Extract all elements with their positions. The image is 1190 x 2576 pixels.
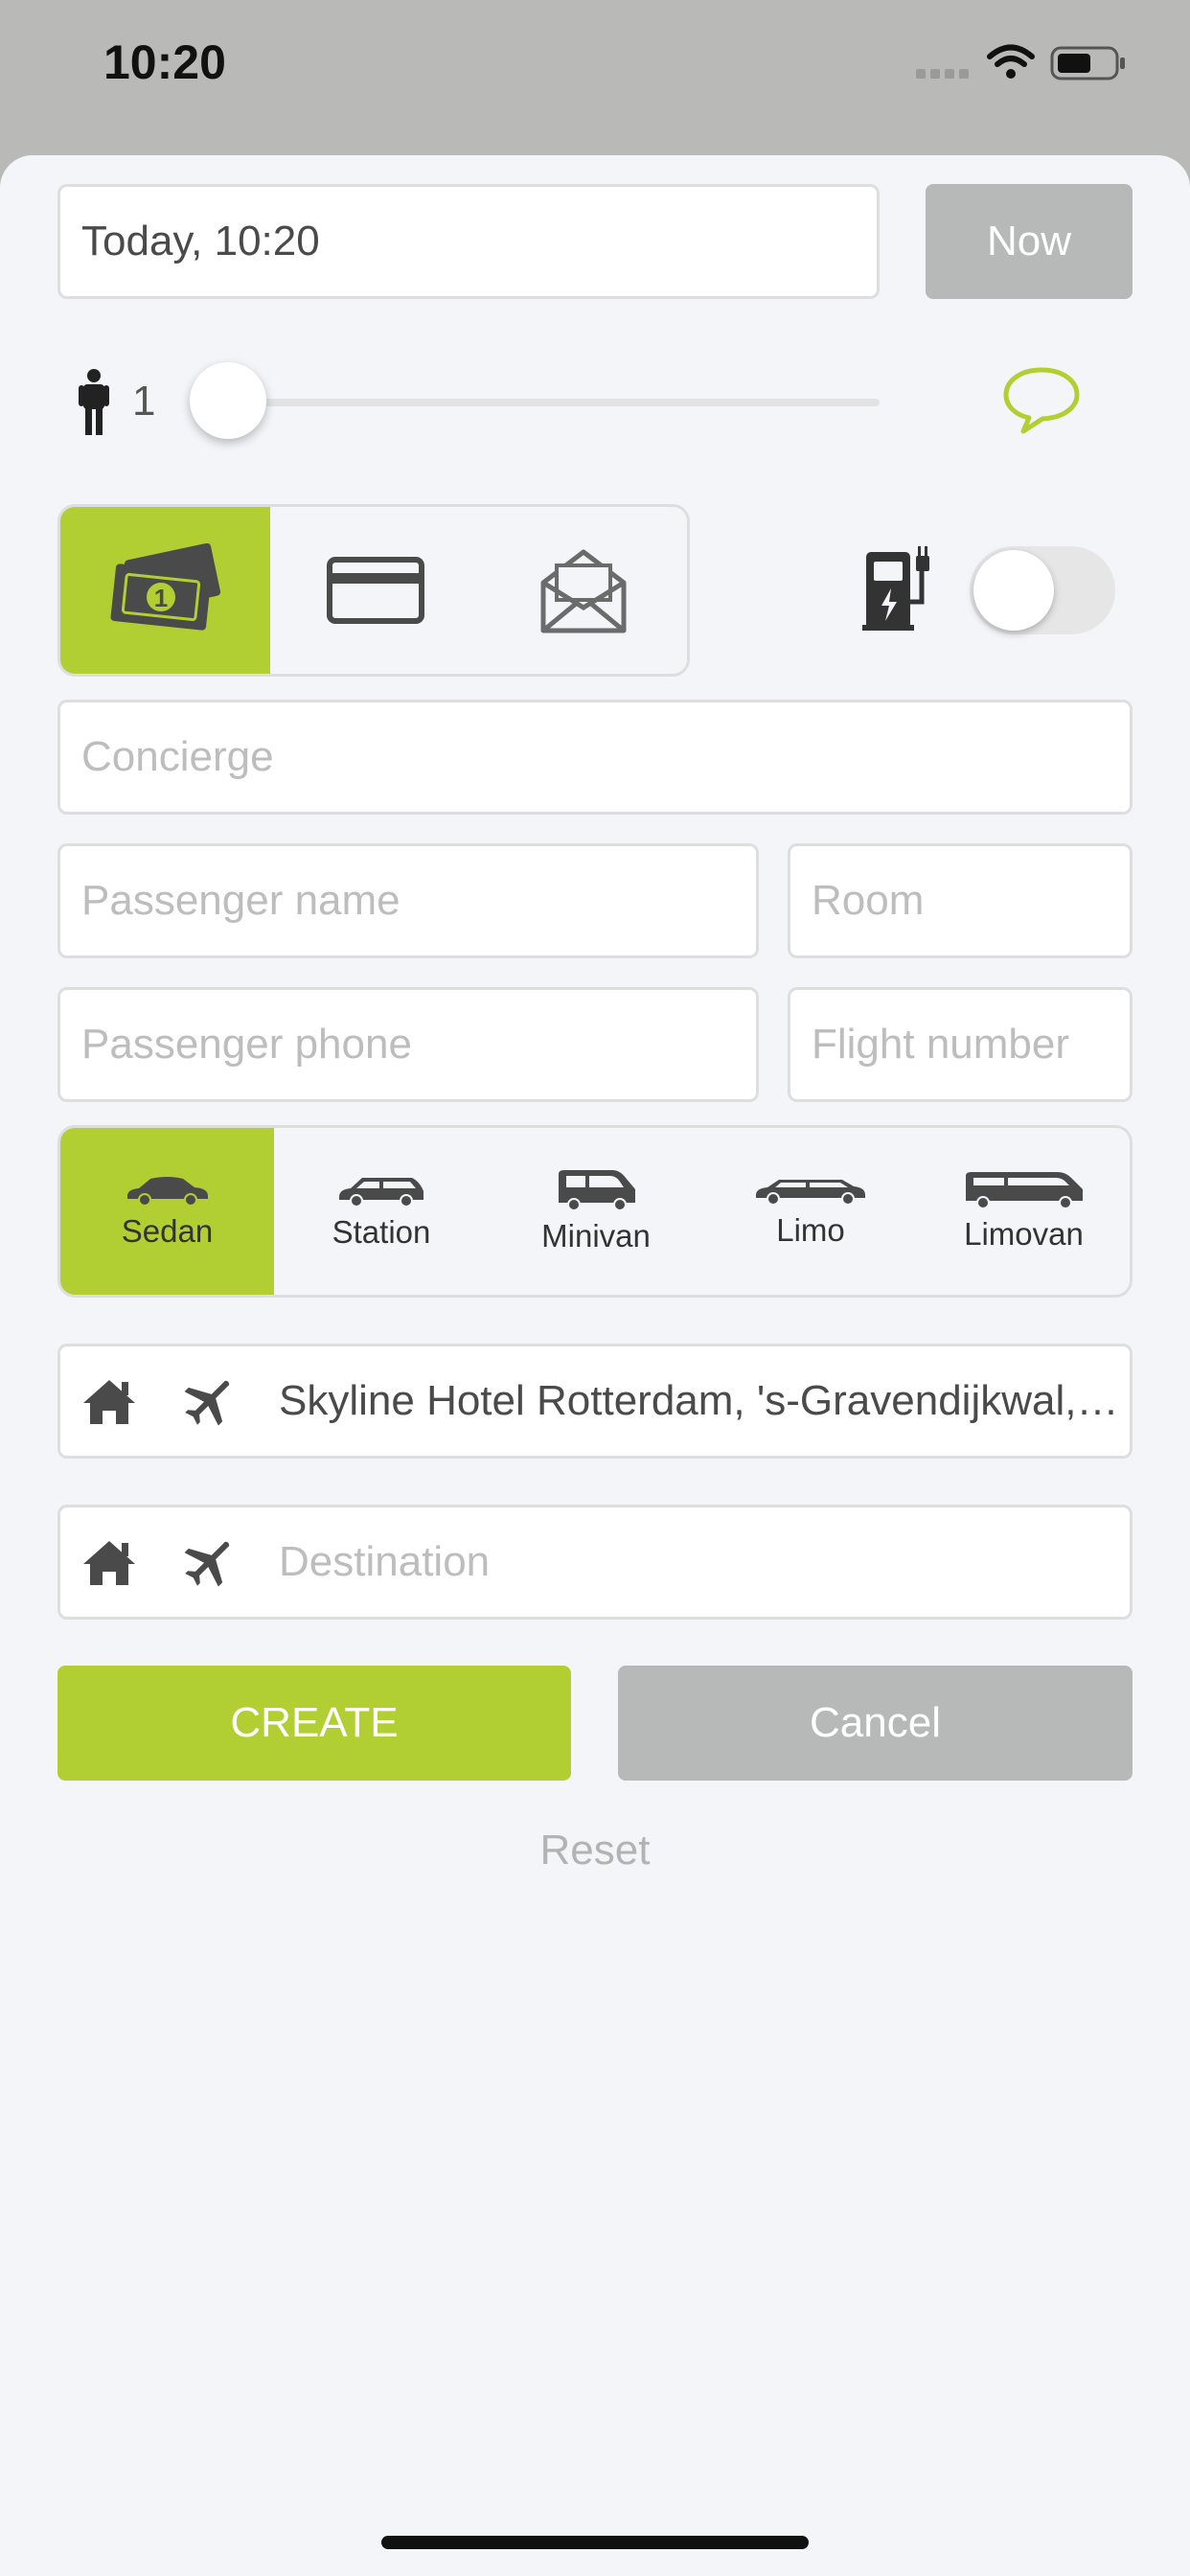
create-button-label: CREATE <box>230 1699 399 1746</box>
airplane-icon[interactable] <box>181 1534 237 1590</box>
electric-vehicle-toggle-knob[interactable] <box>973 550 1054 631</box>
person-icon <box>77 368 111 440</box>
flight-number-field[interactable]: Flight number <box>788 987 1133 1102</box>
payment-option-invoice[interactable] <box>480 507 687 674</box>
wifi-icon <box>987 44 1035 85</box>
limovan-icon <box>965 1172 1083 1208</box>
room-placeholder: Room <box>812 877 925 924</box>
passenger-count: 1 <box>132 378 156 425</box>
passenger-slider-track[interactable] <box>228 399 880 406</box>
passenger-name-placeholder: Passenger name <box>81 877 400 924</box>
destination-placeholder: Destination <box>279 1538 491 1585</box>
passenger-phone-placeholder: Passenger phone <box>81 1021 412 1068</box>
ev-charging-icon <box>862 544 939 637</box>
cellular-signal-icon <box>916 67 972 85</box>
concierge-field[interactable]: Concierge <box>57 700 1133 815</box>
home-indicator <box>381 2536 809 2549</box>
vehicle-option-limo[interactable]: Limo <box>703 1128 918 1295</box>
passenger-slider-thumb[interactable] <box>190 362 266 439</box>
station-wagon-icon <box>339 1178 423 1207</box>
limo-icon <box>756 1180 865 1205</box>
cancel-button[interactable]: Cancel <box>618 1666 1133 1781</box>
pickup-address: Skyline Hotel Rotterdam, 's-Gravendijkwa… <box>279 1377 1119 1424</box>
chat-bubble-icon[interactable] <box>1000 364 1083 442</box>
reset-link[interactable]: Reset <box>0 1827 1190 1874</box>
passenger-phone-field[interactable]: Passenger phone <box>57 987 759 1102</box>
vehicle-label-limo: Limo <box>776 1212 845 1248</box>
vehicle-label-station: Station <box>332 1214 431 1250</box>
flight-number-placeholder: Flight number <box>812 1021 1070 1068</box>
cash-icon: 1 <box>110 543 220 631</box>
vehicle-selector: Sedan Station Minivan Limo Limovan <box>57 1125 1133 1298</box>
sedan-icon <box>126 1177 208 1206</box>
vehicle-label-sedan: Sedan <box>121 1213 214 1249</box>
datetime-value: Today, 10:20 <box>81 218 320 264</box>
concierge-placeholder: Concierge <box>81 733 274 780</box>
datetime-field[interactable]: Today, 10:20 <box>57 184 880 299</box>
vehicle-option-minivan[interactable]: Minivan <box>489 1128 703 1295</box>
now-button-label: Now <box>986 218 1072 264</box>
cancel-button-label: Cancel <box>810 1699 941 1746</box>
now-button[interactable]: Now <box>926 184 1133 299</box>
destination-field[interactable]: Destination <box>57 1505 1133 1620</box>
home-icon[interactable] <box>81 1376 137 1426</box>
vehicle-option-limovan[interactable]: Limovan <box>918 1128 1130 1295</box>
invoice-icon <box>540 549 627 633</box>
home-icon[interactable] <box>81 1537 137 1587</box>
room-field[interactable]: Room <box>788 843 1133 958</box>
minivan-icon <box>559 1170 635 1210</box>
vehicle-option-sedan[interactable]: Sedan <box>60 1128 274 1295</box>
payment-option-card[interactable] <box>270 507 480 674</box>
status-time: 10:20 <box>103 35 226 89</box>
airplane-icon[interactable] <box>181 1373 237 1429</box>
card-icon <box>326 557 424 624</box>
create-button[interactable]: CREATE <box>57 1666 571 1781</box>
battery-icon <box>1050 46 1127 85</box>
pickup-field[interactable]: Skyline Hotel Rotterdam, 's-Gravendijkwa… <box>57 1344 1133 1459</box>
vehicle-option-station[interactable]: Station <box>274 1128 489 1295</box>
passenger-name-field[interactable]: Passenger name <box>57 843 759 958</box>
vehicle-label-minivan: Minivan <box>541 1218 651 1254</box>
vehicle-label-limovan: Limovan <box>964 1216 1084 1252</box>
payment-selector: 1 <box>57 504 690 677</box>
payment-option-cash[interactable]: 1 <box>60 507 270 674</box>
svg-text:1: 1 <box>153 584 167 612</box>
